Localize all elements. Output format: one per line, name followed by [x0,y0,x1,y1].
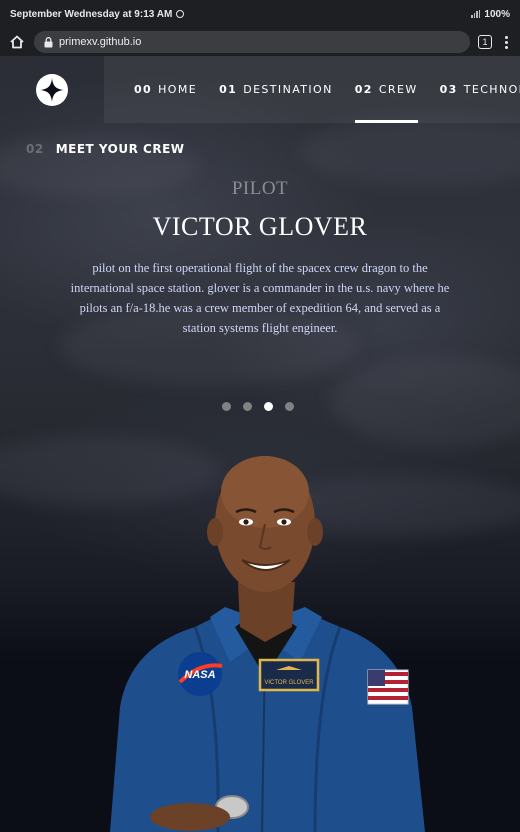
nasa-label: NASA [184,669,215,681]
nav-technology[interactable]: 03 TECHNOLOGY [440,56,520,123]
nav-label: TECHNOLOGY [463,83,520,96]
slider-dot[interactable] [243,402,252,411]
signal-icon [471,10,481,18]
nav-label: HOME [158,83,198,96]
nav-home[interactable]: 00 HOME [134,56,197,123]
url-text: primexv.github.io [59,36,142,48]
crew-bio: pilot on the first operational flight of… [70,261,450,335]
home-icon[interactable] [8,33,26,51]
name-tag-text: VICTOR GLOVER [264,680,314,686]
main-nav: 00 HOME 01 DESTINATION 02 CREW 03 TECHNOLOGY [104,56,520,123]
status-bar: September Wednesday at 9:13 AM 100% [0,0,520,28]
slider-dot[interactable] [285,402,294,411]
status-left: September Wednesday at 9:13 AM [10,8,185,20]
battery-level: 100% [484,8,510,20]
browser-menu-icon[interactable] [500,35,512,49]
nav-number: 02 [354,83,373,96]
nav-number: 03 [439,83,458,96]
site-logo[interactable] [36,74,68,106]
slider-dot[interactable] [222,402,231,411]
section-number: 02 [26,142,44,156]
section-title: MEET YOUR CREW [55,142,185,156]
slider-dot-active[interactable] [264,402,273,411]
crew-portrait: NASA VICTOR GLOVER [110,456,425,832]
nav-label: CREW [378,83,418,96]
crew-role: PILOT [231,178,289,199]
nasa-patch: NASA [178,652,223,696]
status-right: 100% [471,9,510,20]
address-bar[interactable]: primexv.github.io [34,31,470,53]
notification-icon [176,10,185,18]
us-flag-patch [367,669,409,705]
page: 00 HOME 01 DESTINATION 02 CREW 03 TECHNOLOGY… [0,56,520,832]
nav-destination[interactable]: 01 DESTINATION [219,56,333,123]
crew-slider-dots [222,402,294,411]
star-logo-icon [40,78,64,102]
nav-label: DESTINATION [243,83,333,96]
nav-number: 01 [219,83,238,96]
tab-switcher-button[interactable]: 1 [478,35,492,49]
name-tag: VICTOR GLOVER [258,658,320,692]
nav-crew[interactable]: 02 CREW [354,56,418,123]
lock-icon [44,36,53,47]
status-time: September Wednesday at 9:13 AM [10,8,173,20]
section-heading: 02 MEET YOUR CREW [26,142,185,156]
browser-toolbar: primexv.github.io 1 [0,28,520,56]
crew-name: VICTOR GLOVER [152,212,368,241]
nav-number: 00 [134,83,153,96]
